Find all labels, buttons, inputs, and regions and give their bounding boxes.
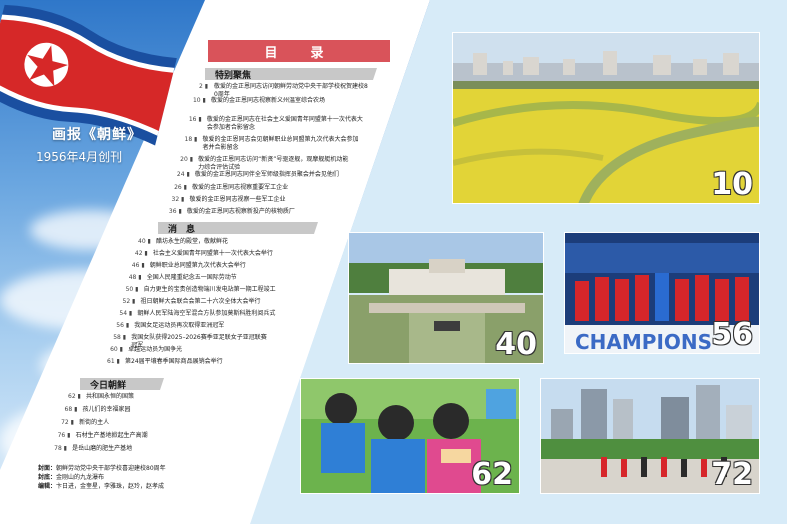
- toc-entry[interactable]: 52 ▮ 祖日朝鲜大会联合会第二十六次全体大会举行: [123, 298, 261, 306]
- photo-rapeseed-field[interactable]: 10: [452, 32, 760, 204]
- toc-page-number: 42 ▮: [134, 250, 148, 257]
- toc-page-number: 72 ▮: [61, 419, 74, 426]
- toc-entry[interactable]: 78 ▮ 是岳山磨的肥生产基地: [54, 445, 132, 453]
- toc-entry-title: 第24届平壤春季国际商品展销会举行: [125, 358, 223, 365]
- toc-entry[interactable]: 61 ▮ 第24届平壤春季国际商品展销会举行: [107, 358, 223, 366]
- toc-entry[interactable]: 36 ▮ 敬爱的金正恩同志视察新投产的核物质厂: [169, 208, 295, 216]
- toc-entry-title: 社会主义爱国青年同盟第十一次代表大会举行: [152, 250, 273, 257]
- toc-entry[interactable]: 72 ▮ 新街的主人: [61, 419, 109, 427]
- toc-page-number: 61 ▮: [107, 358, 120, 365]
- toc-entry[interactable]: 10 ▮ 敬爱的金正恩同志视察新义州温室综合农场: [193, 97, 325, 105]
- toc-page-number: 20 ▮: [180, 156, 194, 163]
- toc-page-number: 54 ▮: [119, 310, 133, 317]
- toc-page-number: 50 ▮: [125, 286, 139, 293]
- toc-entry-title: 祖日朝鲜大会联合会第二十六次全体大会举行: [140, 298, 261, 305]
- toc-page-number: 18 ▮: [184, 136, 198, 143]
- photo-children-classroom[interactable]: 62: [300, 378, 520, 494]
- photo-new-street[interactable]: 72: [540, 378, 760, 494]
- toc-entry-title: 敬爱的金正恩同志在社会主义爱国青年同盟第十一次代表大 会参加者合影留念: [206, 116, 363, 131]
- toc-page-number: 16 ▮: [188, 116, 202, 123]
- toc-page-number: 52 ▮: [122, 298, 136, 305]
- toc-entry-title: 敬爱的金正恩同志视察一些军工企业: [189, 196, 286, 203]
- credits-footer: 封面：朝鲜劳动党中央干部学校喜迎建校80周年 封底：金刚山的九龙瀑布 编辑：卞日…: [38, 464, 166, 491]
- toc-entry-title: 敬爱的金正恩同志访问朝鲜劳动党中央干部学校祝贺建校8 0周年: [214, 83, 368, 98]
- cover-caption: 朝鲜劳动党中央干部学校喜迎建校80周年: [56, 465, 166, 472]
- toc-entry-title: 新街的主人: [79, 419, 110, 426]
- photo-page-number: 72: [711, 457, 753, 492]
- toc-page-number: 46 ▮: [131, 262, 145, 269]
- toc-entry[interactable]: 40 ▮ 醋坊永生的殿堂，敬献鲜花: [138, 238, 228, 246]
- toc-entry-title: 全国人民隆重纪念五一国际劳动节: [146, 274, 237, 281]
- toc-entry[interactable]: 68 ▮ 孩儿们的幸福家园: [65, 406, 131, 414]
- toc-entry[interactable]: 48 ▮ 全国人民隆重纪念五一国际劳动节: [129, 274, 237, 282]
- toc-entry[interactable]: 62 ▮ 共和国永恒的国策: [68, 393, 134, 401]
- toc-entry-title: 石材生产基地掀起生产高潮: [75, 432, 148, 439]
- toc-page-number: 48 ▮: [128, 274, 142, 281]
- toc-page-number: 62 ▮: [68, 393, 81, 400]
- toc-entry[interactable]: 42 ▮ 社会主义爱国青年同盟第十一次代表大会举行: [135, 250, 273, 258]
- photo-page-number: 56: [711, 317, 753, 352]
- toc-entry[interactable]: 56 ▮ 我国女足运动员再次取得亚洲冠军: [116, 322, 224, 330]
- toc-entry[interactable]: 50 ▮ 自力更生的宝贵创造物端川发电站第一期工程竣工: [126, 286, 276, 294]
- toc-entry-title: 朝鲜职业总同盟第九次代表大会举行: [149, 262, 246, 269]
- toc-entry-title: 敬爱的金正恩同志视察新投产的核物质厂: [186, 208, 295, 215]
- toc-entry-title: 敬爱的金正恩同志视察重要军工企业: [192, 184, 289, 191]
- photo-page-number: 40: [495, 327, 537, 362]
- founded-date: 1956年4月创刊: [36, 150, 123, 164]
- photo-memorial-palace[interactable]: 40: [348, 232, 544, 364]
- toc-page-number: 24 ▮: [176, 171, 190, 178]
- toc-page-number: 10 ▮: [192, 97, 206, 104]
- toc-entry-title: 共和国永恒的国策: [86, 393, 135, 400]
- cover-label: 封面：: [38, 465, 57, 472]
- toc-entry-title: 自力更生的宝贵创造物端川发电站第一期工程竣工: [143, 286, 276, 293]
- toc-page-number: 78 ▮: [54, 445, 67, 452]
- photo-page-number: 62: [471, 457, 513, 492]
- toc-page-number: 2 ▮: [198, 83, 208, 90]
- toc-page-number: 36 ▮: [168, 208, 182, 215]
- photo-page-number: 10: [711, 167, 753, 202]
- toc-section-heading: 特别聚焦: [205, 68, 377, 80]
- toc-title: 目 录: [208, 40, 390, 62]
- toc-entry-title: 我国女足运动员再次取得亚洲冠军: [134, 322, 225, 329]
- toc-entry[interactable]: 76 ▮ 石材生产基地掀起生产高潮: [58, 432, 148, 440]
- toc-entry-title: 敬爱的金正恩同志视察新义州温室综合农场: [210, 97, 325, 104]
- toc-page-number: 32 ▮: [171, 196, 185, 203]
- toc-entry[interactable]: 16 ▮ 敬爱的金正恩同志在社会主义爱国青年同盟第十一次代表大 会参加者合影留念: [189, 116, 363, 132]
- toc-section-heading: 今日朝鲜: [80, 378, 164, 390]
- toc-entry[interactable]: 20 ▮ 敬爱的金正恩同志访问“新贤”号驱逐舰，观摩舰艇机动能 力综合评估试验: [180, 156, 348, 172]
- toc-entry[interactable]: 26 ▮ 敬爱的金正恩同志视察重要军工企业: [174, 184, 288, 192]
- toc-page-number: 60 ▮: [110, 346, 123, 353]
- flag-icon: [0, 4, 177, 146]
- toc-entry[interactable]: 54 ▮ 朝鲜人民军陆海空军混合方队参加莫斯科胜利阅兵式: [119, 310, 275, 318]
- toc-entry[interactable]: 32 ▮ 敬爱的金正恩同志视察一些军工企业: [172, 196, 286, 204]
- toc-page-number: 26 ▮: [174, 184, 187, 191]
- toc-entry[interactable]: 18 ▮ 敬爱的金正恩同志会见朝鲜职业总同盟第九次代表大会参加 者并合影留念: [185, 136, 359, 152]
- svg-text:CHAMPIONS: CHAMPIONS: [575, 330, 712, 354]
- toc-entry-title: 醋坊永生的殿堂，敬献鲜花: [156, 238, 229, 245]
- back-cover-label: 封底：: [38, 474, 57, 481]
- photo-football-champions[interactable]: CHAMPIONS 56: [564, 232, 760, 354]
- toc-entry-title: 敬爱的金正恩同志会见朝鲜职业总同盟第九次代表大会参加 者并合影留念: [202, 136, 359, 151]
- toc-entry[interactable]: 24 ▮ 敬爱的金正恩同志同伴全军师级指挥员聚会并会见他们: [177, 171, 339, 179]
- toc-page-number: 40 ▮: [138, 238, 151, 245]
- toc-entry[interactable]: 60 ▮ 卓越运动员为国争光: [110, 346, 182, 354]
- toc-entry[interactable]: 46 ▮ 朝鲜职业总同盟第九次代表大会举行: [132, 262, 246, 270]
- back-cover-caption: 金刚山的九龙瀑布: [56, 474, 105, 481]
- toc-entry-title: 敬爱的金正恩同志访问“新贤”号驱逐舰，观摩舰艇机动能 力综合评估试验: [198, 156, 349, 171]
- toc-entry-title: 是岳山磨的肥生产基地: [72, 445, 133, 452]
- editors-label: 编辑：: [38, 483, 57, 490]
- toc-page-number: 56 ▮: [116, 322, 130, 329]
- toc-entry-title: 敬爱的金正恩同志同伴全军师级指挥员聚会并会见他们: [194, 171, 339, 178]
- toc-entry-title: 孩儿们的幸福家园: [82, 406, 131, 413]
- toc-page-number: 76 ▮: [57, 432, 71, 439]
- editors-list: 卞日进，金奎星，李雅珠，赵玲，赵孝成: [56, 483, 165, 490]
- toc-entry-title: 卓越运动员为国争光: [128, 346, 183, 353]
- magazine-name: 画报《朝鲜》: [52, 127, 142, 143]
- toc-page-number: 68 ▮: [64, 406, 78, 413]
- toc-section-heading: 消 息: [158, 222, 318, 234]
- toc-entry-title: 朝鲜人民军陆海空军混合方队参加莫斯科胜利阅兵式: [137, 310, 276, 317]
- toc-page-number: 58 ▮: [113, 334, 127, 341]
- brand-block: 画报《朝鲜》 1956年4月创刊: [36, 124, 142, 165]
